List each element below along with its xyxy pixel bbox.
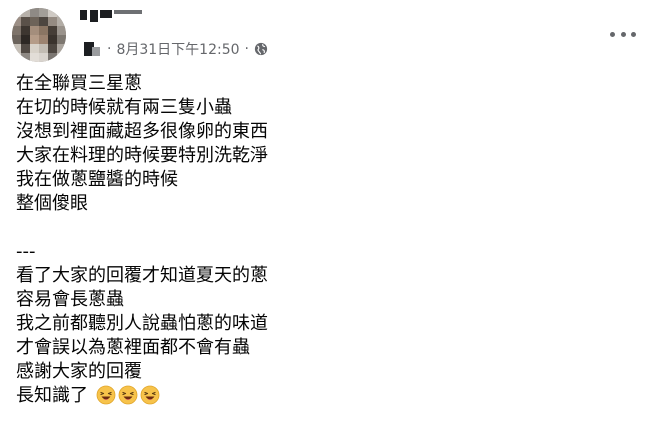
page-badge-redacted[interactable] [80, 38, 102, 60]
more-options-icon[interactable] [610, 24, 636, 44]
post-line: 我之前都聽別人說蟲怕蔥的味道 [16, 313, 268, 334]
author-name-redacted[interactable] [80, 10, 144, 24]
post-line: 整個傻眼 [16, 193, 88, 214]
post-timestamp[interactable]: 8月31日下午12:50 [116, 39, 239, 59]
post-meta: · 8月31日下午12:50 · [80, 38, 268, 60]
laughing-emoji-icon [140, 385, 160, 412]
post-line: 在切的時候就有兩三隻小蟲 [16, 97, 232, 118]
globe-icon[interactable] [254, 42, 268, 56]
facebook-post: · 8月31日下午12:50 · 在全聯買三星蔥 在切的時候就有兩三隻小蟲 沒想… [0, 0, 660, 434]
post-line: 感謝大家的回覆 [16, 361, 142, 382]
pixelated-avatar-image [12, 8, 66, 62]
laughing-emoji-icon [118, 385, 138, 412]
divider-text: --- [16, 241, 36, 262]
post-body: 在全聯買三星蔥 在切的時候就有兩三隻小蟲 沒想到裡面藏超多很像卵的東西 大家在料… [16, 72, 636, 408]
post-line: 容易會長蔥蟲 [16, 289, 124, 310]
post-line: 在全聯買三星蔥 [16, 73, 142, 94]
post-line: 沒想到裡面藏超多很像卵的東西 [16, 121, 268, 142]
separator-dot: · [107, 41, 112, 57]
post-line: 大家在料理的時候要特別洗乾淨 [16, 145, 268, 166]
post-line-text: 長知識了 [16, 385, 88, 406]
post-line: 我在做蔥鹽醬的時候 [16, 169, 178, 190]
laughing-emoji-icon [96, 385, 116, 412]
post-line: 才會誤以為蔥裡面都不會有蟲 [16, 337, 250, 358]
post-line: 看了大家的回覆才知道夏天的蔥 [16, 265, 268, 286]
avatar[interactable] [12, 8, 66, 62]
post-line-last: 長知識了 [16, 384, 636, 408]
separator-dot: · [244, 41, 249, 57]
